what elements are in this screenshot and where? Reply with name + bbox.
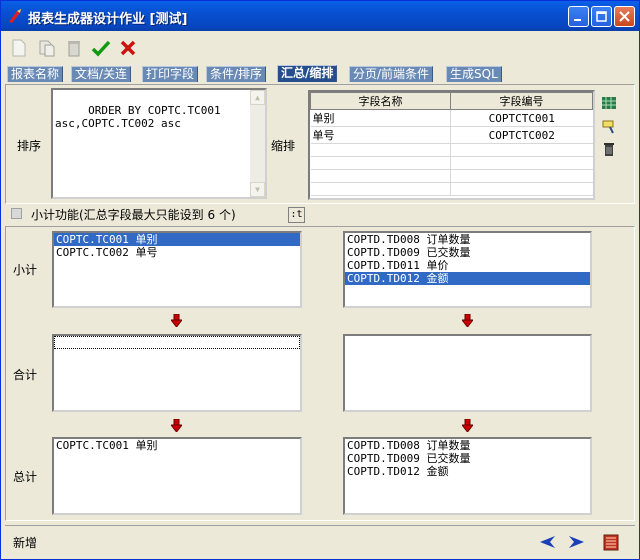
total-left-list[interactable] — [52, 334, 302, 412]
list-item[interactable]: COPTD.TD008 订单数量 — [345, 439, 590, 452]
table-row[interactable]: 单号 COPTCTC002 — [310, 126, 593, 144]
tab-doc-relation[interactable]: 文档/关连 — [71, 66, 132, 82]
title-bar[interactable]: 报表生成器设计作业 [测试] — [1, 1, 639, 31]
subtotal-checkbox[interactable] — [11, 208, 22, 219]
total-label: 合计 — [13, 368, 38, 382]
cell-code[interactable]: COPTCTC002 — [450, 126, 593, 144]
total-right-list[interactable] — [343, 334, 592, 412]
close-window-button[interactable] — [614, 6, 635, 27]
subtotal-small-button[interactable]: :t — [288, 207, 305, 223]
list-item[interactable]: COPTD.TD011 单价 — [345, 259, 590, 272]
delete-trash-icon[interactable] — [601, 141, 617, 157]
column-header-field-code[interactable]: 字段编号 — [450, 92, 593, 110]
subtotal-function-label: 小计功能(汇总字段最大只能设到 6 个) — [31, 208, 236, 222]
maximize-button[interactable] — [591, 6, 612, 27]
minimize-button[interactable] — [568, 6, 589, 27]
cell-name[interactable]: 单别 — [310, 109, 451, 127]
tab-condition-sort[interactable]: 条件/排序 — [206, 66, 267, 82]
app-window: 报表生成器设计作业 [测试] 报表名称 文档/关连 打印字段 条件/排序 汇总/… — [0, 0, 640, 560]
grand-total-label: 总计 — [13, 470, 38, 484]
table-row[interactable] — [310, 182, 593, 196]
sort-scrollbar[interactable]: ▲ ▼ — [250, 90, 265, 197]
app-icon — [9, 9, 21, 23]
list-item[interactable]: COPTD.TD008 订单数量 — [345, 233, 590, 246]
confirm-check-icon[interactable] — [91, 38, 111, 58]
sort-text: ORDER BY COPTC.TC001 asc,COPTC.TC002 asc — [55, 104, 221, 130]
tab-report-name[interactable]: 报表名称 — [7, 66, 64, 82]
status-text: 新增 — [13, 536, 38, 550]
trash-icon[interactable] — [64, 38, 84, 58]
sort-textarea[interactable]: ORDER BY COPTC.TC001 asc,COPTC.TC002 asc… — [51, 88, 267, 199]
sort-label: 排序 — [17, 139, 42, 153]
window-title: 报表生成器设计作业 [测试] — [28, 12, 188, 27]
list-item[interactable]: COPTC.TC001 单别 — [54, 439, 300, 452]
list-item[interactable]: COPTD.TD012 金额 — [345, 465, 590, 478]
cancel-x-icon[interactable] — [118, 38, 138, 58]
toolbar — [1, 32, 639, 64]
table-row[interactable] — [310, 143, 593, 157]
status-bar: 新增 — [5, 525, 635, 557]
scroll-up-icon[interactable]: ▲ — [250, 90, 265, 105]
subtotal-right-list[interactable]: COPTD.TD008 订单数量 COPTD.TD009 已交数量 COPTD.… — [343, 231, 592, 308]
edit-pencil-icon[interactable] — [601, 118, 617, 134]
next-arrow-icon[interactable] — [567, 532, 587, 552]
table-row[interactable] — [310, 156, 593, 170]
arrow-down-icon — [462, 314, 473, 327]
grid-select-icon[interactable] — [601, 95, 617, 111]
arrow-down-icon — [171, 419, 182, 432]
list-item[interactable]: COPTD.TD009 已交数量 — [345, 452, 590, 465]
cell-name[interactable]: 单号 — [310, 126, 451, 144]
scroll-down-icon[interactable]: ▼ — [250, 182, 265, 197]
list-item[interactable]: COPTC.TC001 单别 — [54, 233, 300, 246]
list-item[interactable]: COPTC.TC002 单号 — [54, 246, 300, 259]
grand-right-list[interactable]: COPTD.TD008 订单数量 COPTD.TD009 已交数量 COPTD.… — [343, 437, 592, 515]
list-item[interactable]: COPTD.TD012 金额 — [345, 272, 590, 285]
indent-label: 缩排 — [271, 139, 296, 153]
table-row[interactable]: 单别 COPTCTC001 — [310, 109, 593, 127]
list-item[interactable]: COPTD.TD009 已交数量 — [345, 246, 590, 259]
tab-paging-condition[interactable]: 分页/前端条件 — [349, 66, 434, 82]
grand-left-list[interactable]: COPTC.TC001 单别 — [52, 437, 302, 515]
focus-item[interactable] — [54, 336, 300, 349]
subtotal-left-list[interactable]: COPTC.TC001 单别 COPTC.TC002 单号 — [52, 231, 302, 308]
tab-summary-indent[interactable]: 汇总/缩排 — [277, 65, 338, 82]
tab-generate-sql[interactable]: 生成SQL — [446, 66, 502, 82]
indent-grid[interactable]: 字段名称 字段编号 单别 COPTCTC001 单号 COPTCTC002 — [308, 90, 595, 200]
arrow-down-icon — [171, 314, 182, 327]
tab-print-fields[interactable]: 打印字段 — [142, 66, 199, 82]
prev-arrow-icon[interactable] — [537, 532, 557, 552]
column-header-field-name[interactable]: 字段名称 — [310, 92, 451, 110]
copy-doc-icon[interactable] — [37, 38, 57, 58]
exit-door-icon[interactable] — [601, 532, 621, 552]
subtotal-label: 小计 — [13, 263, 38, 277]
cell-code[interactable]: COPTCTC001 — [450, 109, 593, 127]
arrow-down-icon — [462, 419, 473, 432]
table-row[interactable] — [310, 169, 593, 183]
new-doc-icon[interactable] — [9, 38, 29, 58]
